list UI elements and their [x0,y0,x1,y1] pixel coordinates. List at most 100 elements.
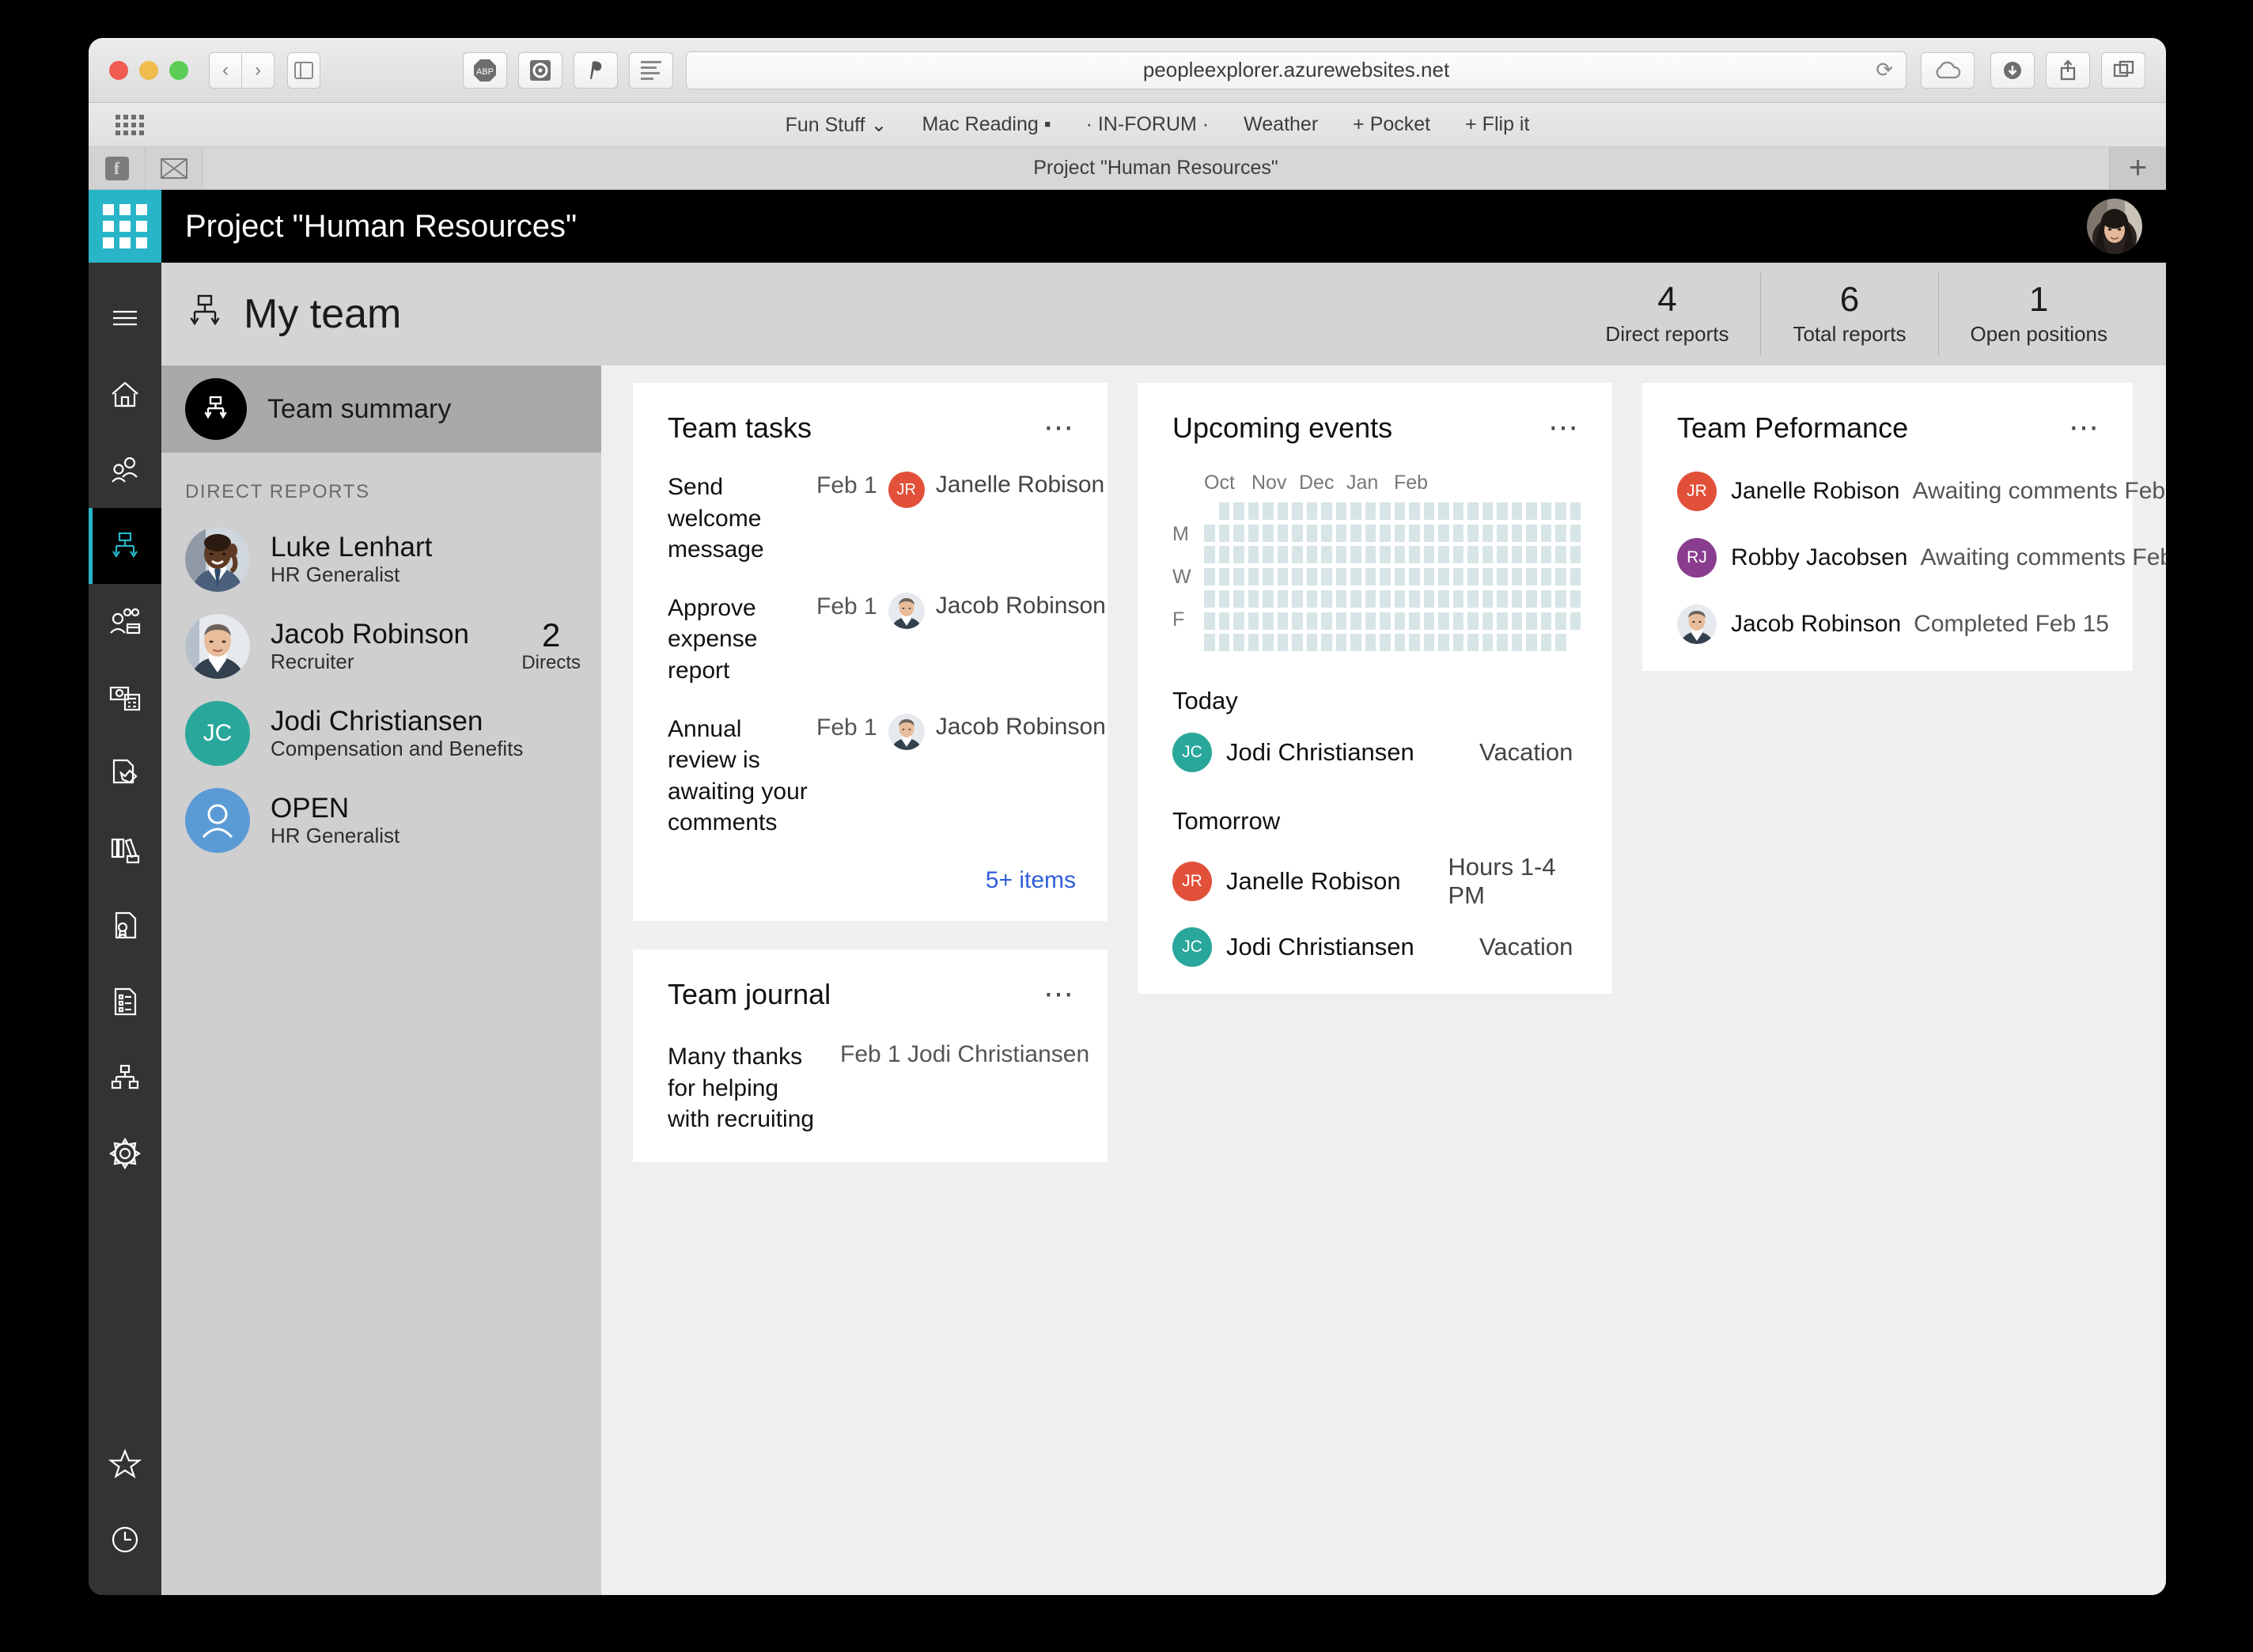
close-window-button[interactable] [109,60,128,80]
heatmap-cell [1570,502,1581,520]
avatar-initials: JC [1182,938,1202,956]
browser-toolbar: ‹ › ABP peopleexplorer.azurewebsites.net [89,38,2166,103]
bookmark-item[interactable]: Fun Stuff ⌄ [786,113,888,137]
event-row[interactable]: JC Jodi Christiansen Vacation [1172,733,1581,772]
bookmarks-grid-icon[interactable] [115,114,144,135]
performance-row[interactable]: Jacob Robinson Completed Feb 15 [1677,604,2109,644]
heatmap-cell [1482,568,1493,586]
stat-value: 4 [1657,280,1677,320]
list-document-icon[interactable] [89,964,161,1040]
list-item[interactable]: JC Jodi Christiansen Compensation and Be… [161,690,601,777]
heatmap-cell [1292,612,1303,630]
heatmap-cell [1394,524,1405,542]
sidebar-toggle-icon[interactable] [287,51,320,89]
heatmap-cell [1380,634,1391,652]
event-row[interactable]: JC Jodi Christiansen Vacation [1172,927,1581,967]
journal-row[interactable]: Many thanks for helping with recruiting … [668,1041,1089,1135]
list-item[interactable]: Luke Lenhart HR Generalist [161,516,601,603]
task-row[interactable]: Annual review is awaiting your comments … [668,713,1106,839]
document-chart-icon[interactable] [89,736,161,812]
heatmap-cell [1423,589,1434,608]
heatmap-cell [1497,546,1508,564]
heatmap-cell [1482,502,1493,520]
app-launcher-icon[interactable] [89,190,161,263]
list-item[interactable]: OPEN HR Generalist [161,777,601,864]
facebook-icon[interactable]: f [89,147,146,189]
task-row[interactable]: Send welcome message Feb 1 JR Janelle Ro… [668,472,1104,566]
adblock-plus-icon[interactable]: ABP [463,51,507,89]
bookmark-item[interactable]: + Flip it [1465,113,1529,137]
heatmap-cell [1540,502,1551,520]
home-icon[interactable] [89,356,161,432]
heatmap-cell [1335,589,1346,608]
hamburger-menu-icon[interactable] [89,280,161,356]
more-items-link[interactable]: 5+ items [986,867,1076,893]
overflow-menu-icon[interactable]: ⋯ [2069,411,2101,443]
report-role: HR Generalist [271,824,400,848]
reload-icon[interactable]: ⟳ [1876,58,1893,82]
heatmap-cell [1482,524,1493,542]
cloud-icon[interactable] [1921,51,1975,89]
month-label: Feb [1394,472,1429,494]
avatar-initials: JC [203,720,233,746]
task-row[interactable]: Approve expense report Feb 1 Jacob Robin… [668,592,1106,687]
bookmark-items: Fun Stuff ⌄ Mac Reading ▪ · IN-FORUM · W… [176,113,2139,137]
clock-icon[interactable] [89,1502,161,1578]
heatmap-cell [1438,502,1449,520]
forward-arrow-icon[interactable]: › [241,51,275,89]
sidebar-item-my-team[interactable] [89,508,161,584]
payroll-icon[interactable] [89,660,161,736]
bookmark-item[interactable]: Weather [1244,113,1318,137]
journal-meta: Feb 1 Jodi Christiansen [840,1040,1090,1067]
heatmap-cell [1540,568,1551,586]
heatmap-cell [1263,612,1274,630]
heatmap-cell [1263,568,1274,586]
card-team-journal: Team journal ⋯ Many thanks for helping w… [633,949,1108,1162]
web-app: Project "Human Resources" My team 4 Dire… [89,190,2166,1595]
bookmark-item[interactable]: Mac Reading ▪ [922,113,1051,137]
heatmap-cell [1335,502,1346,520]
overflow-menu-icon[interactable]: ⋯ [1548,411,1581,443]
bookmark-item[interactable]: + Pocket [1353,113,1430,137]
bookmark-item[interactable]: · IN-FORUM · [1086,113,1210,137]
certificate-icon[interactable] [89,888,161,964]
gear-icon[interactable] [89,1116,161,1192]
event-row[interactable]: JR Janelle Robison Hours 1-4 PM [1172,853,1581,910]
people-icon[interactable] [89,432,161,508]
user-avatar[interactable] [2087,199,2142,254]
show-all-tabs-icon[interactable] [2101,51,2145,89]
team-briefcase-icon[interactable] [89,584,161,660]
new-tab-button[interactable]: + [2109,147,2166,189]
task-date: Feb 1 [816,593,877,620]
heatmap-cell [1365,546,1376,564]
heatmap-month-labels: Oct Nov Dec Jan Feb [1204,472,1581,494]
mail-icon[interactable] [146,147,203,189]
pinterest-pin-icon[interactable] [574,51,618,89]
avatar-initials: JR [1182,872,1202,890]
reader-list-icon[interactable] [629,51,673,89]
heatmap-cell [1335,568,1346,586]
list-item[interactable]: Jacob Robinson Recruiter 2 Directs [161,603,601,690]
active-tab[interactable]: Project "Human Resources" [203,147,2109,189]
team-summary-item[interactable]: Team summary [161,366,601,453]
navigation-rail [89,263,161,1595]
ghostery-icon[interactable] [518,51,562,89]
star-icon[interactable] [89,1426,161,1502]
app-title: Project "Human Resources" [185,208,577,244]
download-icon[interactable] [1990,51,2035,89]
heatmap-cell [1497,589,1508,608]
back-arrow-icon[interactable]: ‹ [209,51,242,89]
heatmap-cell [1423,546,1434,564]
books-icon[interactable] [89,812,161,888]
heatmap-cell [1555,634,1566,652]
performance-row[interactable]: JR Janelle Robison Awaiting comments Feb [1677,472,2165,511]
heatmap-cell [1467,589,1479,608]
performance-row[interactable]: RJ Robby Jacobsen Awaiting comments Feb [1677,538,2166,578]
maximize-window-button[interactable] [169,60,188,80]
address-bar[interactable]: peopleexplorer.azurewebsites.net ⟳ [686,51,1907,89]
hierarchy-icon[interactable] [89,1040,161,1116]
share-icon[interactable] [2046,51,2090,89]
overflow-menu-icon[interactable]: ⋯ [1043,978,1076,1010]
minimize-window-button[interactable] [139,60,158,80]
overflow-menu-icon[interactable]: ⋯ [1043,411,1076,443]
